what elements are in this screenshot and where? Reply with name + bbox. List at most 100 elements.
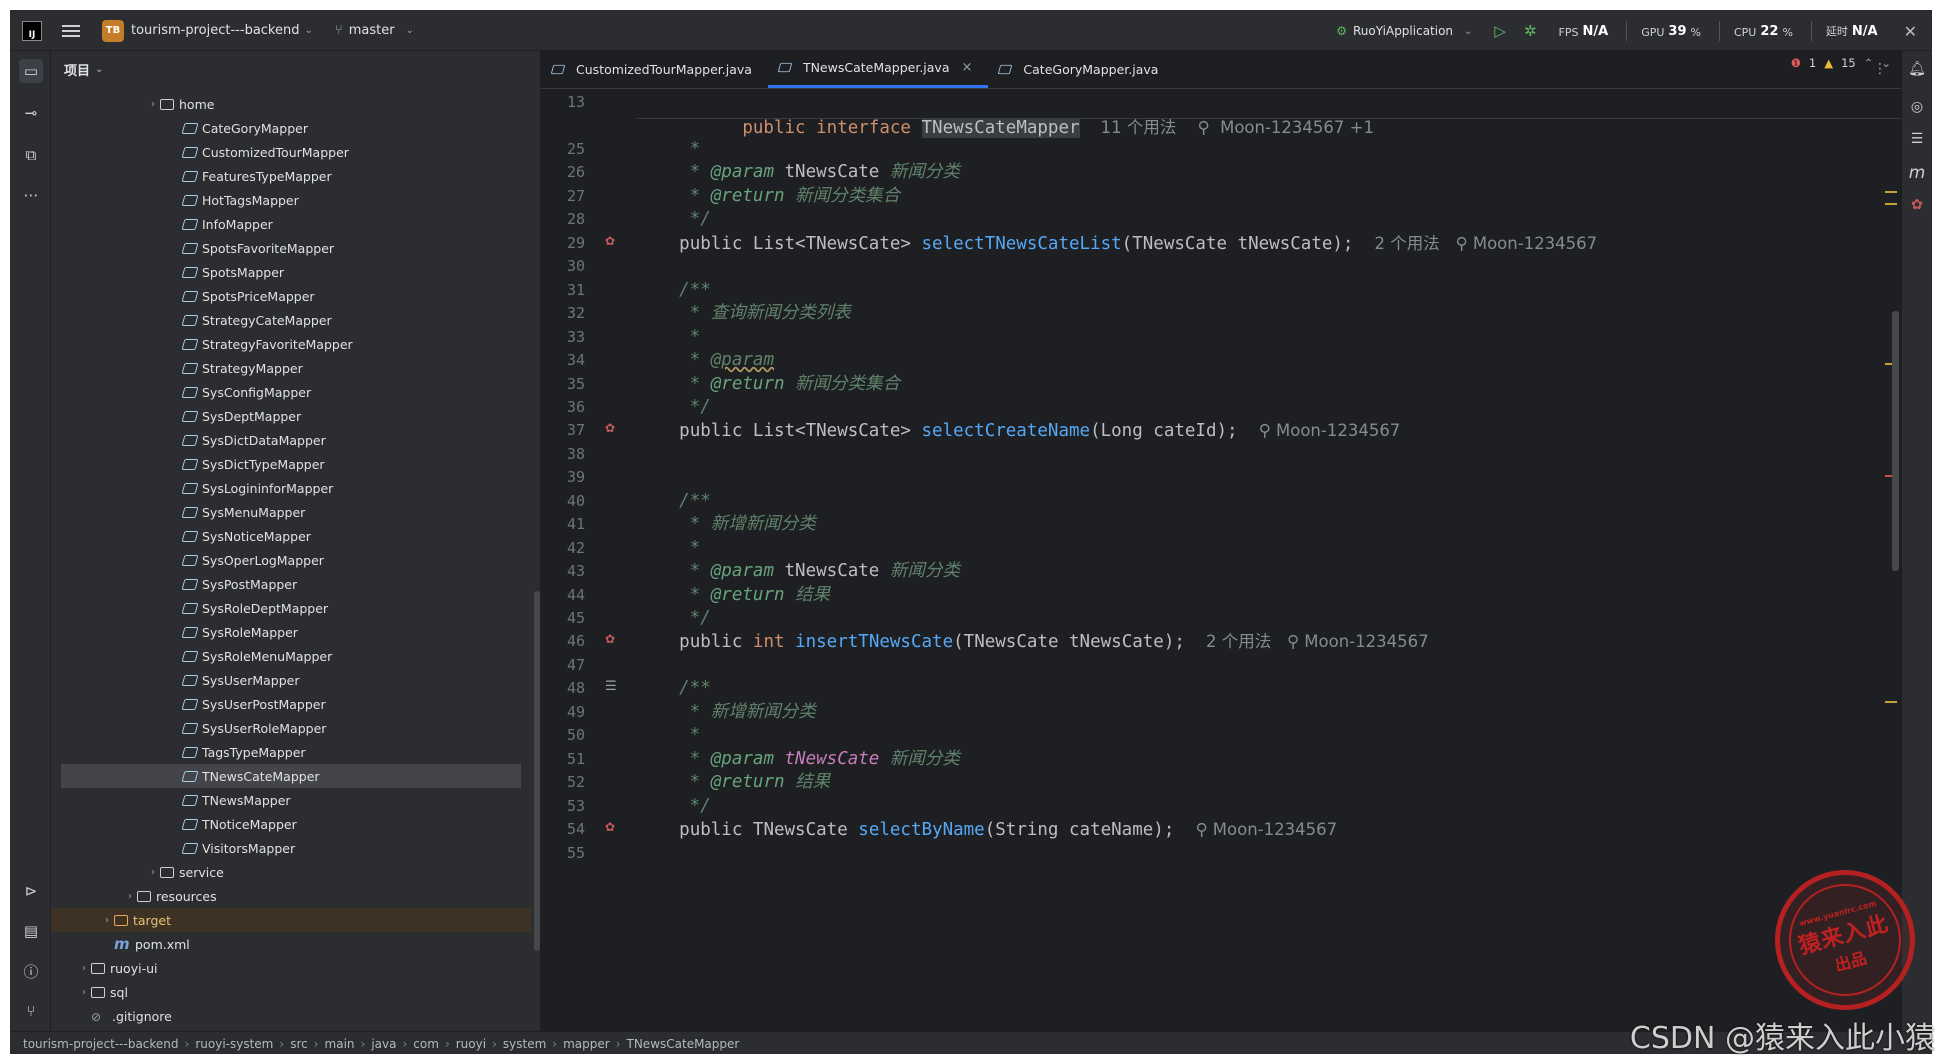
project-panel-header[interactable]: 项目 ⌄ bbox=[51, 51, 540, 87]
breadcrumb-item[interactable]: com bbox=[413, 1037, 439, 1051]
tree-item[interactable]: › target bbox=[51, 908, 531, 932]
sticky-header-line[interactable]: 13 public interface TNewsCateMapper 11 个… bbox=[567, 89, 1927, 138]
tree-item[interactable]: SysNoticeMapper bbox=[51, 524, 531, 548]
tree-item[interactable]: TagsTypeMapper bbox=[51, 740, 531, 764]
code-line[interactable]: * bbox=[637, 138, 701, 161]
tree-item[interactable]: SpotsPriceMapper bbox=[51, 284, 531, 308]
mybatis-navigate-icon[interactable]: ✿ bbox=[605, 632, 621, 648]
tree-item[interactable]: ⊘ .gitignore bbox=[51, 1004, 531, 1028]
tree-item[interactable]: m pom.xml bbox=[51, 932, 531, 956]
render-doc-icon[interactable]: ☰ bbox=[605, 679, 621, 695]
code-view[interactable]: 13 public interface TNewsCateMapper 11 个… bbox=[567, 89, 1927, 1031]
tree-item[interactable]: StrategyCateMapper bbox=[51, 308, 531, 332]
tree-item[interactable]: SysConfigMapper bbox=[51, 380, 531, 404]
more-tools-icon[interactable]: ⋯ bbox=[19, 183, 43, 207]
debug-icon[interactable]: ✲ bbox=[1524, 22, 1537, 40]
tree-item[interactable]: SysUserMapper bbox=[51, 668, 531, 692]
warning-stripe-mark[interactable] bbox=[1885, 203, 1897, 205]
code-line[interactable]: * @param tNewsCate 新闻分类 bbox=[637, 161, 960, 184]
tree-item[interactable]: CateGoryMapper bbox=[51, 116, 531, 140]
tree-item[interactable]: SysUserRoleMapper bbox=[51, 716, 531, 740]
code-line[interactable]: * @param tNewsCate 新闻分类 bbox=[637, 560, 960, 583]
chevron-right-icon[interactable]: › bbox=[123, 891, 137, 902]
tree-item[interactable]: SysRoleMapper bbox=[51, 620, 531, 644]
code-line[interactable]: * @return 新闻分类集合 bbox=[637, 185, 900, 208]
ai-assistant-icon[interactable]: ◎ bbox=[1908, 99, 1926, 117]
author-hint[interactable]: Moon-1234567 +1 bbox=[1220, 118, 1374, 137]
services-icon[interactable]: ⊳ bbox=[19, 879, 43, 903]
code-line[interactable]: public int insertTNewsCate(TNewsCate tNe… bbox=[637, 630, 1428, 653]
tree-item[interactable]: SysDeptMapper bbox=[51, 404, 531, 428]
editor-tab[interactable]: TNewsCateMapper.java × bbox=[767, 50, 989, 88]
tree-item[interactable]: CustomizedTourMapper bbox=[51, 140, 531, 164]
editor-tab[interactable]: CateGoryMapper.java bbox=[988, 50, 1174, 88]
chevron-right-icon[interactable]: › bbox=[77, 987, 91, 998]
tree-item[interactable]: SysPostMapper bbox=[51, 572, 531, 596]
run-icon[interactable]: ▷ bbox=[1494, 22, 1506, 40]
tree-item[interactable]: SysDictDataMapper bbox=[51, 428, 531, 452]
code-line[interactable]: */ bbox=[637, 208, 711, 231]
breadcrumb-item[interactable]: ruoyi-system bbox=[195, 1037, 273, 1051]
code-line[interactable]: * bbox=[637, 724, 701, 747]
tree-item[interactable]: TNewsMapper bbox=[51, 788, 531, 812]
code-line[interactable]: * @return 新闻分类集合 bbox=[637, 373, 900, 396]
editor-tab[interactable]: CustomizedTourMapper.java bbox=[541, 50, 768, 88]
git-icon[interactable]: ⑂ bbox=[19, 999, 43, 1023]
tree-item[interactable]: › sql bbox=[51, 980, 531, 1004]
tree-item[interactable]: › resources bbox=[51, 884, 531, 908]
mybatis-navigate-icon[interactable]: ✿ bbox=[605, 421, 621, 437]
tree-item[interactable]: SysOperLogMapper bbox=[51, 548, 531, 572]
database-icon[interactable]: ☰ bbox=[1908, 131, 1926, 149]
breadcrumb-item[interactable]: system bbox=[503, 1037, 546, 1051]
run-configuration-selector[interactable]: ⚙ RuoYiApplication ⌄ bbox=[1336, 24, 1472, 38]
breadcrumb-item[interactable]: main bbox=[325, 1037, 355, 1051]
tree-item[interactable]: SysRoleDeptMapper bbox=[51, 596, 531, 620]
code-line[interactable]: * bbox=[637, 326, 701, 349]
code-line[interactable]: */ bbox=[637, 607, 711, 630]
code-line[interactable]: public List<TNewsCate> selectCreateName(… bbox=[637, 419, 1400, 442]
tree-scrollbar[interactable] bbox=[534, 591, 540, 951]
warning-stripe-mark[interactable] bbox=[1885, 701, 1897, 703]
tree-item[interactable]: InfoMapper bbox=[51, 212, 531, 236]
code-line[interactable]: */ bbox=[637, 795, 711, 818]
inspection-widget[interactable]: ❶1 ▲ 15 ⌃ ⌄ bbox=[1791, 56, 1891, 70]
tree-item[interactable]: SysDictTypeMapper bbox=[51, 452, 531, 476]
tree-item[interactable]: StrategyFavoriteMapper bbox=[51, 332, 531, 356]
code-line[interactable]: /** bbox=[637, 279, 711, 302]
chevron-up-icon[interactable]: ⌃ bbox=[1864, 56, 1874, 70]
project-badge[interactable]: TB bbox=[102, 19, 124, 42]
editor-scrollbar[interactable] bbox=[1892, 311, 1899, 571]
code-line[interactable]: /** bbox=[637, 490, 711, 513]
close-icon[interactable]: ✕ bbox=[1904, 22, 1917, 41]
code-line[interactable]: * @param bbox=[637, 349, 774, 372]
tree-item[interactable]: TNoticeMapper bbox=[51, 812, 531, 836]
code-line[interactable]: * bbox=[637, 537, 701, 560]
code-line[interactable]: * 新增新闻分类 bbox=[637, 701, 816, 724]
chevron-down-icon[interactable]: ⌄ bbox=[1881, 56, 1891, 70]
tree-item[interactable]: VisitorsMapper bbox=[51, 836, 531, 860]
structure-icon[interactable]: ⧉ bbox=[19, 143, 43, 167]
tree-item[interactable]: HotTagsMapper bbox=[51, 188, 531, 212]
tree-item[interactable]: › service bbox=[51, 860, 531, 884]
editor-gutter[interactable]: 25 26 27 28 29 ✿ 30 31 32 33 34 35 36 37 ✿ 38 39 40 41 42 43… bbox=[541, 89, 637, 1031]
problems-icon[interactable]: ⓘ bbox=[19, 959, 43, 983]
breadcrumb-item[interactable]: mapper bbox=[563, 1037, 610, 1051]
tree-item[interactable]: SpotsFavoriteMapper bbox=[51, 236, 531, 260]
tree-item[interactable]: StrategyMapper bbox=[51, 356, 531, 380]
chevron-right-icon[interactable]: › bbox=[100, 915, 114, 926]
code-line[interactable]: public TNewsCate selectByName(String cat… bbox=[637, 818, 1337, 841]
chevron-right-icon[interactable]: › bbox=[146, 867, 160, 878]
notifications-icon[interactable]: 🔔︎ bbox=[1908, 61, 1926, 79]
project-name[interactable]: tourism-project---backend bbox=[131, 23, 300, 38]
breadcrumb-item[interactable]: TNewsCateMapper bbox=[627, 1037, 740, 1051]
tree-item[interactable]: SysUserPostMapper bbox=[51, 692, 531, 716]
code-line[interactable]: * 新增新闻分类 bbox=[637, 513, 816, 536]
code-line[interactable]: * 查询新闻分类列表 bbox=[637, 302, 851, 325]
terminal-icon[interactable]: ▤ bbox=[19, 919, 43, 943]
close-tab-icon[interactable]: × bbox=[962, 60, 973, 75]
interface-name[interactable]: TNewsCateMapper bbox=[921, 118, 1080, 138]
code-line[interactable]: /** bbox=[637, 677, 711, 700]
mybatis-navigate-icon[interactable]: ✿ bbox=[605, 820, 621, 836]
tree-item[interactable]: TNewsCateMapper bbox=[61, 764, 521, 788]
code-line[interactable]: * @param tNewsCate 新闻分类 bbox=[637, 748, 960, 771]
